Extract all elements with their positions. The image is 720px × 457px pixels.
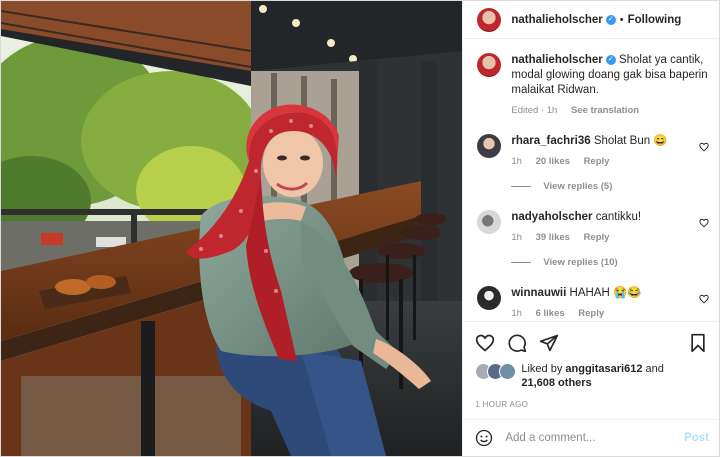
comment-meta: 1h 6 likes Reply <box>511 308 699 319</box>
comment-meta: 1h 39 likes Reply <box>511 232 699 243</box>
comment-input[interactable] <box>503 431 685 445</box>
liker-avatars <box>475 362 517 380</box>
comment-time: 1h <box>511 232 522 243</box>
comment-item: nadyaholscher cantikku! 1h 39 likes Repl… <box>477 210 709 243</box>
share-send-icon[interactable] <box>539 333 559 353</box>
comment-bubble-icon[interactable] <box>507 333 527 353</box>
liked-by-prefix: Liked by <box>521 363 563 375</box>
emoji-smiley-icon[interactable] <box>475 429 493 447</box>
reply-line <box>511 262 532 263</box>
comment-avatar[interactable] <box>477 134 502 158</box>
comment-avatar[interactable] <box>477 286 502 310</box>
liker-avatar[interactable] <box>499 363 517 380</box>
caption-username[interactable]: nathalieholscher <box>511 54 602 66</box>
comment-text: Sholat Bun 😄 <box>593 135 668 147</box>
comment-reply-button[interactable]: Reply <box>584 232 610 243</box>
post-caption: nathalieholscher ✓ Sholat ya cantik, moda… <box>477 53 709 116</box>
comment-time: 1h <box>511 308 522 319</box>
comment-text: cantikku! <box>595 211 642 223</box>
liked-by-user[interactable]: anggitasari612 <box>565 363 642 375</box>
comment-username[interactable]: nadyaholscher <box>511 211 592 223</box>
like-heart-icon[interactable] <box>475 333 495 353</box>
view-replies-label: View replies (10) <box>543 257 618 268</box>
edited-time: Edited · 1h <box>511 105 558 116</box>
comment-item: rhara_fachri36 Sholat Bun 😄 1h 20 likes … <box>477 134 709 167</box>
see-translation-link[interactable]: See translation <box>571 105 639 116</box>
comment-text: HAHAH 😭😂 <box>569 287 642 299</box>
add-comment-bar: Post <box>463 419 719 456</box>
following-button[interactable]: Following <box>628 14 682 26</box>
reply-line <box>511 186 532 187</box>
caption-meta: Edited · 1h See translation <box>511 105 709 116</box>
comment-username[interactable]: winnauwii <box>511 287 566 299</box>
comments-panel: nathalieholscher ✓ • Following nathalieh… <box>462 1 719 456</box>
comment-time: 1h <box>511 156 522 167</box>
comment-likes[interactable]: 39 likes <box>536 232 570 243</box>
likes-summary: Liked by anggitasari612 and 21,608 other… <box>475 362 707 390</box>
comment-like-heart-icon[interactable] <box>699 218 709 228</box>
post-actions: Liked by anggitasari612 and 21,608 other… <box>463 321 719 409</box>
comment-reply-button[interactable]: Reply <box>584 156 610 167</box>
author-username[interactable]: nathalieholscher <box>511 14 602 26</box>
save-bookmark-icon[interactable] <box>689 333 707 353</box>
comment-item: winnauwii HAHAH 😭😂 1h 6 likes Reply <box>477 286 709 319</box>
verified-badge-icon: ✓ <box>605 54 616 65</box>
post-photo[interactable] <box>1 1 463 456</box>
post-comment-button[interactable]: Post <box>684 432 709 444</box>
instagram-post-window: nathalieholscher ✓ • Following nathalieh… <box>0 0 720 457</box>
post-photo-image <box>1 1 463 456</box>
author-avatar[interactable] <box>477 7 502 32</box>
verified-badge-icon: ✓ <box>605 14 616 25</box>
comment-username[interactable]: rhara_fachri36 <box>511 135 590 147</box>
view-replies-button[interactable]: View replies (5) <box>511 181 709 192</box>
comment-like-heart-icon[interactable] <box>699 294 709 304</box>
post-timestamp[interactable]: 1 HOUR AGO <box>475 400 707 409</box>
view-replies-label: View replies (5) <box>543 181 613 192</box>
comment-avatar[interactable] <box>477 210 502 234</box>
separator-dot: • <box>619 13 624 26</box>
comment-reply-button[interactable]: Reply <box>578 308 604 319</box>
view-replies-button[interactable]: View replies (10) <box>511 257 709 268</box>
comment-likes[interactable]: 20 likes <box>536 156 570 167</box>
caption-text: nathalieholscher ✓ Sholat ya cantik, moda… <box>511 53 709 98</box>
comment-like-heart-icon[interactable] <box>699 142 709 152</box>
comment-meta: 1h 20 likes Reply <box>511 156 699 167</box>
liked-by-and: and <box>645 363 664 375</box>
comments-list[interactable]: nathalieholscher ✓ Sholat ya cantik, moda… <box>463 39 719 321</box>
caption-author-avatar[interactable] <box>477 53 502 77</box>
liked-by-others[interactable]: 21,608 others <box>521 377 591 389</box>
comment-likes[interactable]: 6 likes <box>536 308 565 319</box>
action-icons-row <box>475 332 707 354</box>
post-header: nathalieholscher ✓ • Following <box>463 1 719 39</box>
